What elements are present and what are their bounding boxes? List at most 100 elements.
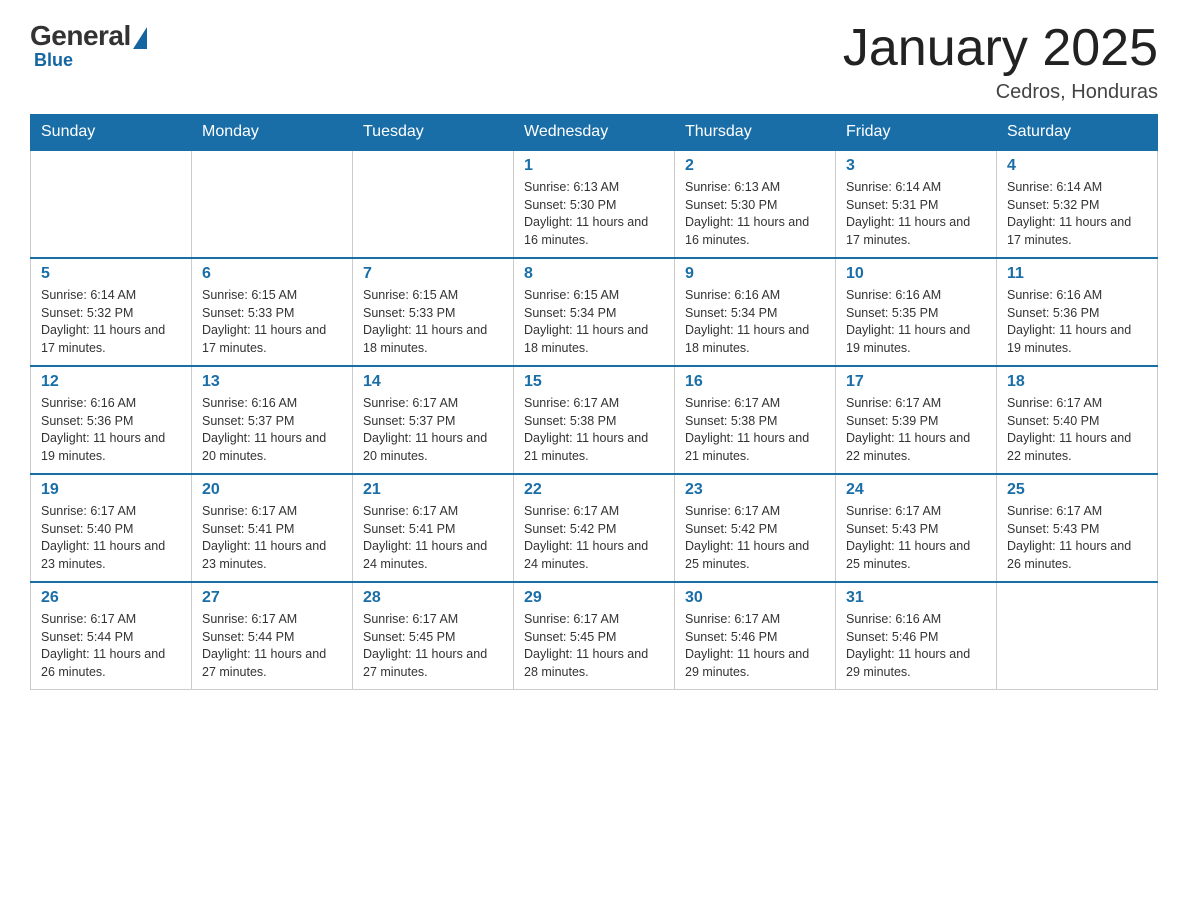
day-number: 10 bbox=[846, 265, 986, 283]
day-info: Sunrise: 6:17 AM Sunset: 5:40 PM Dayligh… bbox=[1007, 395, 1147, 465]
title-area: January 2025 Cedros, Honduras bbox=[843, 20, 1158, 104]
day-info: Sunrise: 6:17 AM Sunset: 5:42 PM Dayligh… bbox=[685, 503, 825, 573]
month-title: January 2025 bbox=[843, 20, 1158, 77]
calendar-cell: 17Sunrise: 6:17 AM Sunset: 5:39 PM Dayli… bbox=[836, 366, 997, 474]
calendar-cell: 23Sunrise: 6:17 AM Sunset: 5:42 PM Dayli… bbox=[675, 474, 836, 582]
day-number: 21 bbox=[363, 481, 503, 499]
day-info: Sunrise: 6:17 AM Sunset: 5:44 PM Dayligh… bbox=[41, 611, 181, 681]
day-number: 1 bbox=[524, 157, 664, 175]
day-number: 6 bbox=[202, 265, 342, 283]
day-info: Sunrise: 6:16 AM Sunset: 5:37 PM Dayligh… bbox=[202, 395, 342, 465]
day-number: 12 bbox=[41, 373, 181, 391]
calendar-cell: 29Sunrise: 6:17 AM Sunset: 5:45 PM Dayli… bbox=[514, 582, 675, 690]
day-number: 4 bbox=[1007, 157, 1147, 175]
day-info: Sunrise: 6:17 AM Sunset: 5:38 PM Dayligh… bbox=[685, 395, 825, 465]
day-number: 3 bbox=[846, 157, 986, 175]
calendar-cell: 9 Sunrise: 6:16 AM Sunset: 5:34 PM Daylig… bbox=[675, 258, 836, 366]
calendar-header-thursday: Thursday bbox=[675, 115, 836, 151]
day-info: Sunrise: 6:17 AM Sunset: 5:43 PM Dayligh… bbox=[846, 503, 986, 573]
calendar-cell: 18 Sunrise: 6:17 AM Sunset: 5:40 PM Dayli… bbox=[997, 366, 1158, 474]
day-number: 13 bbox=[202, 373, 342, 391]
week-row-1: 1 Sunrise: 6:13 AM Sunset: 5:30 PM Daylig… bbox=[31, 150, 1158, 258]
day-info: Sunrise: 6:17 AM Sunset: 5:38 PM Dayligh… bbox=[524, 395, 664, 465]
day-number: 29 bbox=[524, 589, 664, 607]
day-number: 25 bbox=[1007, 481, 1147, 499]
day-info: Sunrise: 6:17 AM Sunset: 5:44 PM Dayligh… bbox=[202, 611, 342, 681]
day-number: 26 bbox=[41, 589, 181, 607]
day-info: Sunrise: 6:13 AM Sunset: 5:30 PM Dayligh… bbox=[524, 179, 664, 249]
calendar-header-saturday: Saturday bbox=[997, 115, 1158, 151]
calendar-cell bbox=[353, 150, 514, 258]
calendar-cell: 21 Sunrise: 6:17 AM Sunset: 5:41 PM Dayli… bbox=[353, 474, 514, 582]
day-info: Sunrise: 6:17 AM Sunset: 5:40 PM Dayligh… bbox=[41, 503, 181, 573]
calendar-cell bbox=[997, 582, 1158, 690]
day-info: Sunrise: 6:14 AM Sunset: 5:32 PM Dayligh… bbox=[1007, 179, 1147, 249]
day-number: 5 bbox=[41, 265, 181, 283]
calendar-cell: 7Sunrise: 6:15 AM Sunset: 5:33 PM Daylig… bbox=[353, 258, 514, 366]
day-info: Sunrise: 6:16 AM Sunset: 5:36 PM Dayligh… bbox=[41, 395, 181, 465]
calendar-header-monday: Monday bbox=[192, 115, 353, 151]
calendar-cell: 31 Sunrise: 6:16 AM Sunset: 5:46 PM Dayli… bbox=[836, 582, 997, 690]
calendar-header-friday: Friday bbox=[836, 115, 997, 151]
calendar-cell: 30Sunrise: 6:17 AM Sunset: 5:46 PM Dayli… bbox=[675, 582, 836, 690]
calendar-cell: 11 Sunrise: 6:16 AM Sunset: 5:36 PM Dayli… bbox=[997, 258, 1158, 366]
calendar-cell: 12 Sunrise: 6:16 AM Sunset: 5:36 PM Dayli… bbox=[31, 366, 192, 474]
day-number: 30 bbox=[685, 589, 825, 607]
day-number: 14 bbox=[363, 373, 503, 391]
day-number: 11 bbox=[1007, 265, 1147, 283]
day-number: 28 bbox=[363, 589, 503, 607]
day-number: 2 bbox=[685, 157, 825, 175]
calendar-cell: 24 Sunrise: 6:17 AM Sunset: 5:43 PM Dayli… bbox=[836, 474, 997, 582]
day-number: 8 bbox=[524, 265, 664, 283]
day-number: 9 bbox=[685, 265, 825, 283]
day-info: Sunrise: 6:16 AM Sunset: 5:34 PM Dayligh… bbox=[685, 287, 825, 357]
day-info: Sunrise: 6:15 AM Sunset: 5:33 PM Dayligh… bbox=[363, 287, 503, 357]
logo: General Blue bbox=[30, 20, 147, 71]
calendar-cell: 1 Sunrise: 6:13 AM Sunset: 5:30 PM Daylig… bbox=[514, 150, 675, 258]
logo-general-text: General bbox=[30, 20, 131, 52]
day-info: Sunrise: 6:17 AM Sunset: 5:43 PM Dayligh… bbox=[1007, 503, 1147, 573]
calendar-cell bbox=[31, 150, 192, 258]
day-number: 24 bbox=[846, 481, 986, 499]
calendar-header-wednesday: Wednesday bbox=[514, 115, 675, 151]
day-info: Sunrise: 6:17 AM Sunset: 5:45 PM Dayligh… bbox=[363, 611, 503, 681]
day-info: Sunrise: 6:17 AM Sunset: 5:41 PM Dayligh… bbox=[363, 503, 503, 573]
calendar-cell: 22Sunrise: 6:17 AM Sunset: 5:42 PM Dayli… bbox=[514, 474, 675, 582]
calendar-cell: 16 Sunrise: 6:17 AM Sunset: 5:38 PM Dayli… bbox=[675, 366, 836, 474]
day-info: Sunrise: 6:13 AM Sunset: 5:30 PM Dayligh… bbox=[685, 179, 825, 249]
page-header: General Blue January 2025 Cedros, Hondur… bbox=[30, 20, 1158, 104]
logo-blue-text: Blue bbox=[34, 50, 73, 71]
week-row-2: 5 Sunrise: 6:14 AM Sunset: 5:32 PM Daylig… bbox=[31, 258, 1158, 366]
day-number: 22 bbox=[524, 481, 664, 499]
day-info: Sunrise: 6:14 AM Sunset: 5:31 PM Dayligh… bbox=[846, 179, 986, 249]
calendar-cell: 25 Sunrise: 6:17 AM Sunset: 5:43 PM Dayli… bbox=[997, 474, 1158, 582]
calendar-header-sunday: Sunday bbox=[31, 115, 192, 151]
calendar-cell: 4 Sunrise: 6:14 AM Sunset: 5:32 PM Daylig… bbox=[997, 150, 1158, 258]
calendar-cell: 15Sunrise: 6:17 AM Sunset: 5:38 PM Dayli… bbox=[514, 366, 675, 474]
day-info: Sunrise: 6:15 AM Sunset: 5:33 PM Dayligh… bbox=[202, 287, 342, 357]
day-info: Sunrise: 6:17 AM Sunset: 5:37 PM Dayligh… bbox=[363, 395, 503, 465]
day-number: 18 bbox=[1007, 373, 1147, 391]
day-info: Sunrise: 6:16 AM Sunset: 5:46 PM Dayligh… bbox=[846, 611, 986, 681]
day-info: Sunrise: 6:14 AM Sunset: 5:32 PM Dayligh… bbox=[41, 287, 181, 357]
day-number: 20 bbox=[202, 481, 342, 499]
day-info: Sunrise: 6:15 AM Sunset: 5:34 PM Dayligh… bbox=[524, 287, 664, 357]
calendar-cell: 28 Sunrise: 6:17 AM Sunset: 5:45 PM Dayli… bbox=[353, 582, 514, 690]
day-info: Sunrise: 6:16 AM Sunset: 5:36 PM Dayligh… bbox=[1007, 287, 1147, 357]
calendar-table: SundayMondayTuesdayWednesdayThursdayFrid… bbox=[30, 114, 1158, 690]
calendar-cell: 3 Sunrise: 6:14 AM Sunset: 5:31 PM Daylig… bbox=[836, 150, 997, 258]
calendar-cell: 8 Sunrise: 6:15 AM Sunset: 5:34 PM Daylig… bbox=[514, 258, 675, 366]
day-info: Sunrise: 6:16 AM Sunset: 5:35 PM Dayligh… bbox=[846, 287, 986, 357]
week-row-3: 12 Sunrise: 6:16 AM Sunset: 5:36 PM Dayli… bbox=[31, 366, 1158, 474]
calendar-cell: 14 Sunrise: 6:17 AM Sunset: 5:37 PM Dayli… bbox=[353, 366, 514, 474]
calendar-cell: 6 Sunrise: 6:15 AM Sunset: 5:33 PM Daylig… bbox=[192, 258, 353, 366]
day-number: 16 bbox=[685, 373, 825, 391]
calendar-cell: 20Sunrise: 6:17 AM Sunset: 5:41 PM Dayli… bbox=[192, 474, 353, 582]
calendar-cell bbox=[192, 150, 353, 258]
day-number: 31 bbox=[846, 589, 986, 607]
calendar-header-row: SundayMondayTuesdayWednesdayThursdayFrid… bbox=[31, 115, 1158, 151]
calendar-cell: 26 Sunrise: 6:17 AM Sunset: 5:44 PM Dayli… bbox=[31, 582, 192, 690]
logo-triangle-icon bbox=[133, 27, 147, 49]
calendar-cell: 5 Sunrise: 6:14 AM Sunset: 5:32 PM Daylig… bbox=[31, 258, 192, 366]
location-label: Cedros, Honduras bbox=[843, 81, 1158, 104]
